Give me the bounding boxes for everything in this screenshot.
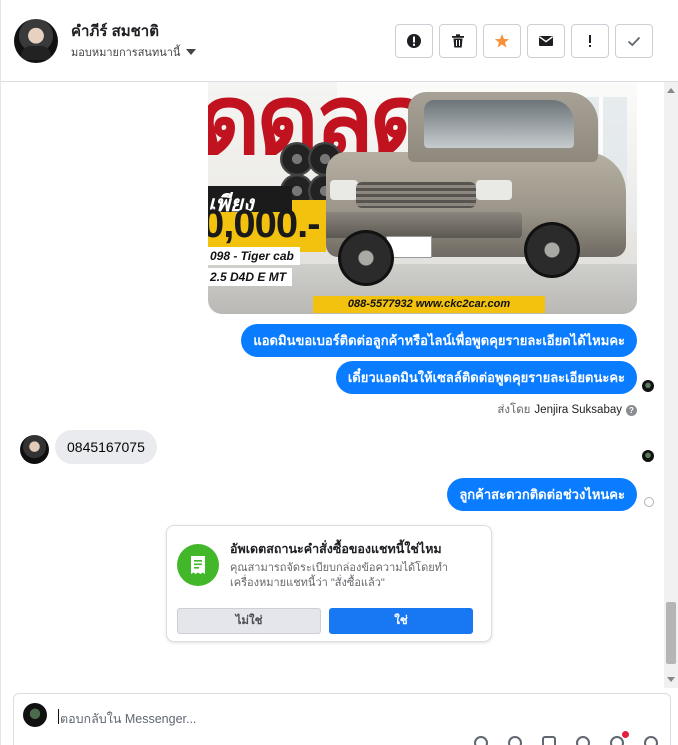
- car-advert-image[interactable]: ดดลด เพียง 0,000.- 098 - Tiger cab 2.5 D…: [208, 82, 637, 314]
- composer-tools: [474, 731, 660, 745]
- info-icon[interactable]: ?: [626, 404, 637, 416]
- delete-button[interactable]: [439, 24, 477, 58]
- assign-conversation-dropdown[interactable]: มอบหมายการสนทนานี้: [71, 43, 197, 61]
- outgoing-message[interactable]: เดี๋ยวแอดมินให้เซลล์ติดต่อพูดคุยรายละเอี…: [335, 361, 637, 394]
- receipt-icon: [177, 544, 219, 586]
- envelope-icon: [539, 36, 553, 46]
- contact-avatar-small[interactable]: [20, 435, 49, 464]
- sent-by-label: ส่งโดย: [497, 404, 531, 416]
- scroll-up-icon[interactable]: [667, 88, 675, 93]
- advert-contact-line: 088-5577932 www.ckc2car.com: [313, 296, 545, 313]
- scrollbar-thumb[interactable]: [666, 602, 676, 664]
- order-card-title: อัพเดตสถานะคำสั่งซื้อของแชทนี้ใช่ไหม: [230, 542, 442, 556]
- star-icon: [494, 34, 510, 48]
- like-icon[interactable]: [644, 736, 660, 745]
- star-button[interactable]: [483, 24, 521, 58]
- thread-scrollbar[interactable]: [664, 82, 678, 688]
- sent-status-icon: [644, 497, 654, 507]
- assign-label: มอบหมายการสนทนานี้: [71, 47, 181, 59]
- payment-icon[interactable]: [610, 731, 629, 745]
- sent-by-agent[interactable]: Jenjira Suksabay: [534, 404, 622, 416]
- emoji-icon[interactable]: [576, 736, 592, 745]
- page-avatar: [23, 703, 47, 727]
- incoming-message[interactable]: 0845167075: [55, 430, 157, 464]
- check-icon: [627, 36, 641, 47]
- contact-name[interactable]: คำภีร์ สมชาติ: [71, 19, 159, 43]
- caret-down-icon: [186, 49, 197, 55]
- image-icon[interactable]: [542, 736, 558, 745]
- advert-model-line: 098 - Tiger cab: [208, 247, 300, 265]
- seen-avatar: [642, 450, 654, 462]
- notification-dot: [622, 731, 629, 738]
- seen-avatar: [642, 380, 654, 392]
- scroll-down-icon[interactable]: [667, 677, 675, 682]
- report-spam-button[interactable]: [395, 24, 433, 58]
- conversation-header: คำภีร์ สมชาติ มอบหมายการสนทนานี้: [1, 0, 678, 82]
- saved-reply-icon[interactable]: [474, 736, 490, 745]
- order-status-card: อัพเดตสถานะคำสั่งซื้อของแชทนี้ใช่ไหม คุณ…: [166, 525, 492, 642]
- alert-circle-icon: [407, 34, 421, 48]
- order-no-button[interactable]: ไม่ใช่: [177, 608, 321, 634]
- trash-icon: [452, 34, 464, 48]
- reply-input[interactable]: ตอบกลับใน Messenger...: [60, 709, 196, 729]
- outgoing-message[interactable]: ลูกค้าสะดวกติดต่อช่วงไหนคะ: [447, 478, 637, 511]
- mark-unread-button[interactable]: [527, 24, 565, 58]
- text-cursor: [58, 709, 59, 724]
- message-thread[interactable]: ดดลด เพียง 0,000.- 098 - Tiger cab 2.5 D…: [1, 82, 665, 688]
- mark-done-button[interactable]: [615, 24, 653, 58]
- order-card-body: คุณสามารถจัดระเบียบกล่องข้อความได้โดยทำเ…: [230, 562, 449, 589]
- messenger-inbox-pane: คำภีร์ สมชาติ มอบหมายการสนทนานี้ ดดลด เพ…: [0, 0, 678, 745]
- contact-avatar[interactable]: [14, 19, 58, 63]
- conversation-actions: [395, 24, 653, 58]
- advert-model-line: 2.5 D4D E MT: [208, 268, 293, 286]
- order-yes-button[interactable]: ใช่: [329, 608, 473, 634]
- attachment-icon[interactable]: [508, 736, 524, 745]
- reply-composer[interactable]: ตอบกลับใน Messenger...: [13, 693, 671, 745]
- sent-by-line: ส่งโดย Jenjira Suksabay ?: [497, 401, 637, 419]
- outgoing-message[interactable]: แอดมินขอเบอร์ติดต่อลูกค้าหรือไลน์เพื่อพู…: [241, 324, 637, 357]
- advert-price: 0,000.-: [208, 202, 321, 246]
- exclamation-icon: [589, 35, 591, 47]
- follow-up-button[interactable]: [571, 24, 609, 58]
